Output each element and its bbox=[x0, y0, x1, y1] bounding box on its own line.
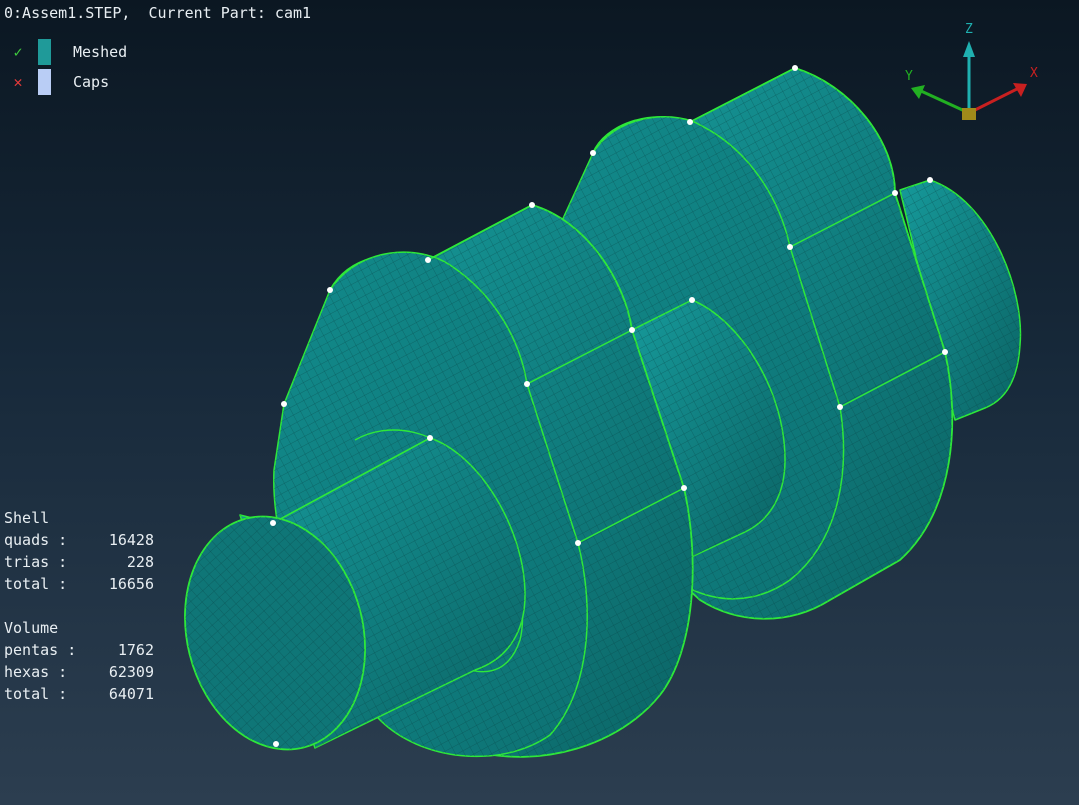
stat-row: hexas : 62309 bbox=[4, 661, 154, 683]
legend-label-caps: Caps bbox=[73, 73, 110, 91]
stat-row: pentas : 1762 bbox=[4, 639, 154, 661]
legend-swatch-meshed bbox=[38, 39, 51, 65]
stat-row: total : 16656 bbox=[4, 573, 154, 595]
cross-icon: ✕ bbox=[13, 73, 23, 91]
stat-key-pentas: pentas : bbox=[4, 641, 77, 659]
axis-triad[interactable]: Z X Y bbox=[895, 15, 1055, 135]
legend-label-meshed: Meshed bbox=[73, 43, 128, 61]
stat-key-shell-total: total : bbox=[4, 575, 68, 593]
stat-value-trias: 228 bbox=[126, 553, 154, 571]
legend-swatch-caps bbox=[38, 69, 51, 95]
shell-heading: Shell bbox=[4, 509, 50, 527]
mesh-statistics: Shell quads : 16428 trias : 228 total : … bbox=[4, 507, 154, 705]
stat-row: trias : 228 bbox=[4, 551, 154, 573]
stat-key-hexas: hexas : bbox=[4, 663, 68, 681]
stat-value-shell-total: 16656 bbox=[108, 575, 154, 593]
legend-item-meshed[interactable]: ✓ Meshed bbox=[10, 39, 127, 65]
stat-value-quads: 16428 bbox=[108, 531, 154, 549]
check-icon: ✓ bbox=[13, 43, 23, 61]
stat-value-hexas: 62309 bbox=[108, 663, 154, 681]
y-axis: Y bbox=[905, 69, 970, 115]
stat-key-volume-total: total : bbox=[4, 685, 68, 703]
stat-row: total : 64071 bbox=[4, 683, 154, 705]
camshaft-model[interactable] bbox=[161, 65, 1022, 769]
stat-key-quads: quads : bbox=[4, 531, 68, 549]
y-axis-label: Y bbox=[905, 69, 913, 84]
x-axis: X bbox=[968, 66, 1038, 115]
stat-row: quads : 16428 bbox=[4, 529, 154, 551]
triad-origin bbox=[962, 108, 976, 120]
stat-value-pentas: 1762 bbox=[117, 641, 154, 659]
stat-key-trias: trias : bbox=[4, 553, 68, 571]
z-axis-label: Z bbox=[965, 22, 973, 37]
legend-item-caps[interactable]: ✕ Caps bbox=[10, 69, 109, 95]
viewport-title: 0:Assem1.STEP, Current Part: cam1 bbox=[4, 4, 312, 22]
z-axis: Z bbox=[963, 22, 975, 113]
stat-value-volume-total: 64071 bbox=[108, 685, 154, 703]
x-axis-label: X bbox=[1030, 66, 1038, 81]
volume-heading: Volume bbox=[4, 619, 59, 637]
